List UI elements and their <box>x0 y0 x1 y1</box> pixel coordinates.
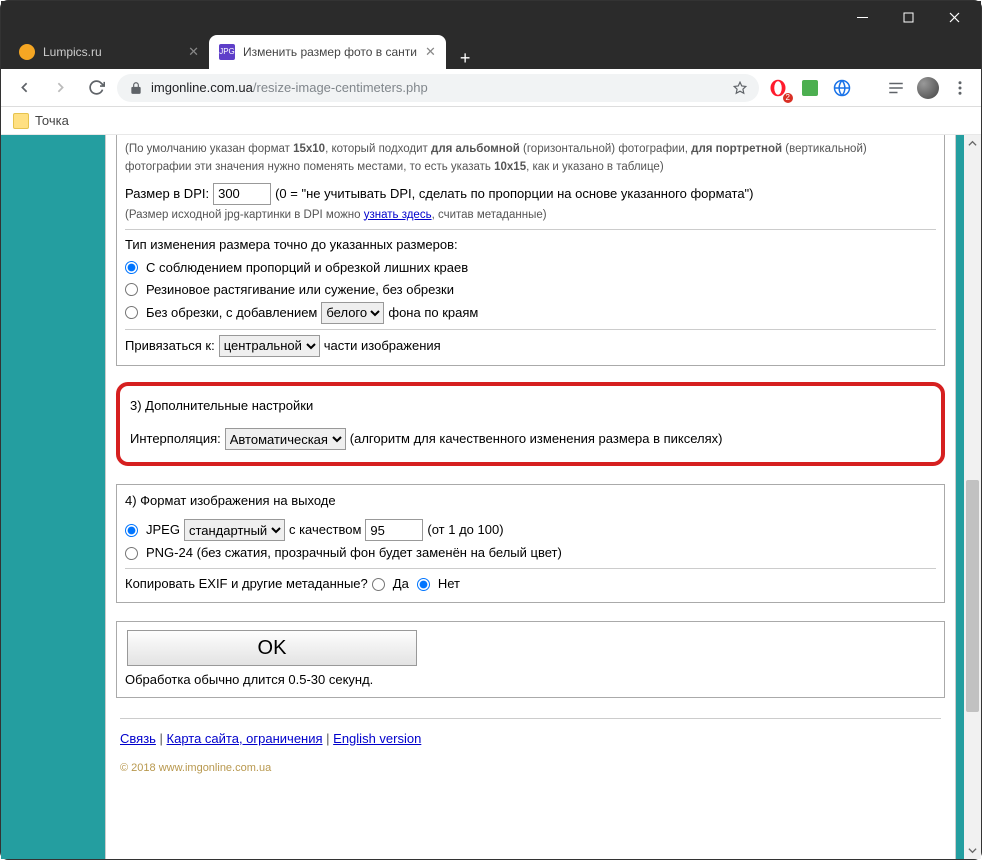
scroll-down-icon[interactable] <box>964 842 981 859</box>
bookmarks-bar: Точка <box>1 107 981 135</box>
interpolation-select[interactable]: Автоматическая <box>225 428 346 450</box>
exif-label: Копировать EXIF и другие метаданные? <box>125 574 368 594</box>
jpeg-quality-input[interactable] <box>365 519 423 541</box>
format-hint: (По умолчанию указан формат 15x10, котор… <box>125 141 936 177</box>
extension-opera-icon[interactable]: 2 <box>765 75 791 101</box>
extension-green-icon[interactable] <box>797 75 823 101</box>
scrollbar[interactable] <box>964 135 981 859</box>
star-icon[interactable] <box>733 81 747 95</box>
radio-jpeg[interactable] <box>125 524 138 537</box>
window-close-button[interactable] <box>931 1 977 33</box>
anchor-select[interactable]: центральной <box>219 335 320 357</box>
viewport: (По умолчанию указан формат 15x10, котор… <box>1 135 981 859</box>
interpolation-description: (алгоритм для качественного изменения ра… <box>350 429 723 449</box>
scrollbar-thumb[interactable] <box>966 480 979 712</box>
section-size-settings: (По умолчанию указан формат 15x10, котор… <box>116 135 945 366</box>
exif-row: Копировать EXIF и другие метаданные? Да … <box>125 574 936 594</box>
lock-icon <box>129 81 143 95</box>
tab-title: Lumpics.ru <box>43 45 180 59</box>
menu-button[interactable] <box>947 75 973 101</box>
reading-list-icon[interactable] <box>883 75 909 101</box>
radio-crop[interactable] <box>125 261 138 274</box>
reload-button[interactable] <box>81 73 111 103</box>
radio-stretch[interactable] <box>125 283 138 296</box>
close-tab-icon[interactable]: ✕ <box>188 44 199 60</box>
dpi-input[interactable] <box>213 183 271 205</box>
scroll-up-icon[interactable] <box>964 135 981 152</box>
tab-imgonline[interactable]: JPG Изменить размер фото в санти ✕ <box>209 35 446 69</box>
footer-link-sitemap[interactable]: Карта сайта, ограничения <box>167 731 323 746</box>
favicon-icon <box>19 44 35 60</box>
radio-exif-no[interactable] <box>417 578 430 591</box>
extension-globe-icon[interactable] <box>829 75 855 101</box>
interpolation-row: Интерполяция: Автоматическая (алгоритм д… <box>130 428 931 450</box>
address-bar[interactable]: imgonline.com.ua/resize-image-centimeter… <box>117 74 759 102</box>
extension-badge: 2 <box>783 93 793 103</box>
dpi-row: Размер в DPI: (0 = "не учитывать DPI, сд… <box>125 183 936 205</box>
new-tab-button[interactable]: + <box>446 48 485 69</box>
format-jpeg-row[interactable]: JPEG стандартный с качеством (от 1 до 10… <box>125 519 936 541</box>
resize-option-2[interactable]: Резиновое растягивание или сужение, без … <box>125 280 936 300</box>
dpi-description: (0 = "не учитывать DPI, сделать по пропо… <box>275 184 753 204</box>
window-minimize-button[interactable] <box>839 1 885 33</box>
radio-pad[interactable] <box>125 306 138 319</box>
back-button[interactable] <box>9 73 39 103</box>
section-output-format: 4) Формат изображения на выходе JPEG ста… <box>116 484 945 603</box>
dpi-help-link[interactable]: узнать здесь <box>364 209 432 221</box>
forward-button[interactable] <box>45 73 75 103</box>
format-png-row[interactable]: PNG-24 (без сжатия, прозрачный фон будет… <box>125 543 936 563</box>
section-additional-settings: 3) Дополнительные настройки Интерполяция… <box>116 382 945 466</box>
browser-toolbar: imgonline.com.ua/resize-image-centimeter… <box>1 69 981 107</box>
ok-button[interactable]: OK <box>127 630 417 666</box>
window-titlebar <box>1 1 981 33</box>
footer-link-english[interactable]: English version <box>333 731 421 746</box>
dpi-label: Размер в DPI: <box>125 184 209 204</box>
section4-title: 4) Формат изображения на выходе <box>125 491 936 511</box>
section3-title: 3) Дополнительные настройки <box>130 396 931 416</box>
dpi-hint: (Размер исходной jpg-картинки в DPI можн… <box>125 207 936 225</box>
page-footer: Связь | Карта сайта, ограничения | Engli… <box>106 704 955 788</box>
resize-option-3[interactable]: Без обрезки, с добавлением белого фона п… <box>125 302 936 324</box>
anchor-label: Привязаться к: <box>125 336 215 356</box>
page-content: (По умолчанию указан формат 15x10, котор… <box>1 135 964 859</box>
bookmark-item[interactable]: Точка <box>35 113 69 128</box>
section-submit: OK Обработка обычно длится 0.5-30 секунд… <box>116 621 945 697</box>
anchor-row: Привязаться к: центральной части изображ… <box>125 335 936 357</box>
submit-hint: Обработка обычно длится 0.5-30 секунд. <box>125 670 936 690</box>
resize-option-1[interactable]: С соблюдением пропорций и обрезкой лишни… <box>125 258 936 278</box>
copyright: © 2018 www.imgonline.com.ua <box>120 762 941 774</box>
scrollbar-track[interactable] <box>964 152 981 842</box>
tab-strip: Lumpics.ru ✕ JPG Изменить размер фото в … <box>1 33 981 69</box>
radio-exif-yes[interactable] <box>372 578 385 591</box>
radio-png[interactable] <box>125 547 138 560</box>
window-maximize-button[interactable] <box>885 1 931 33</box>
resize-type-label: Тип изменения размера точно до указанных… <box>125 235 936 255</box>
jpeg-type-select[interactable]: стандартный <box>184 519 285 541</box>
close-tab-icon[interactable]: ✕ <box>425 44 436 60</box>
tab-lumpics[interactable]: Lumpics.ru ✕ <box>9 35 209 69</box>
folder-icon <box>13 113 29 129</box>
favicon-icon: JPG <box>219 44 235 60</box>
footer-link-contact[interactable]: Связь <box>120 731 156 746</box>
anchor-suffix: части изображения <box>324 336 441 356</box>
bg-color-select[interactable]: белого <box>321 302 384 324</box>
tab-title: Изменить размер фото в санти <box>243 45 417 59</box>
url-text: imgonline.com.ua/resize-image-centimeter… <box>151 80 725 95</box>
interpolation-label: Интерполяция: <box>130 429 221 449</box>
profile-avatar[interactable] <box>915 75 941 101</box>
